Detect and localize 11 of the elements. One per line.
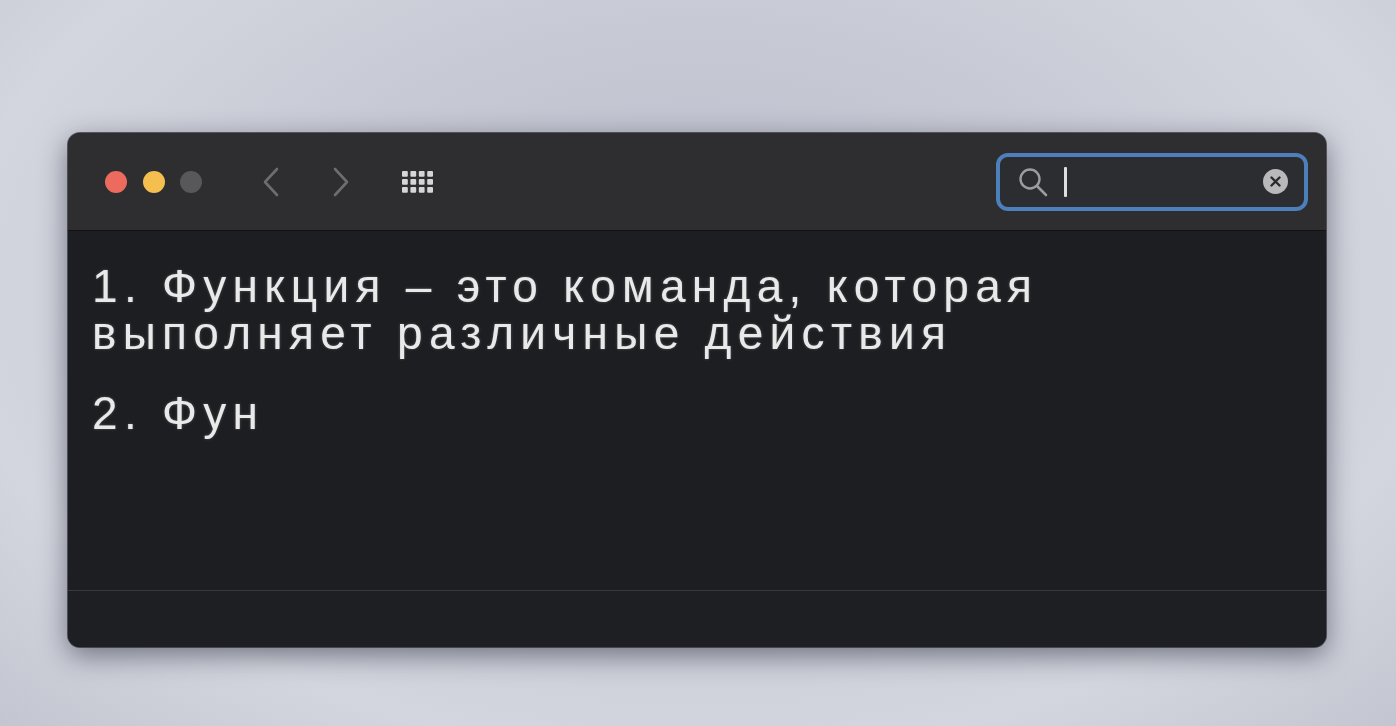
- clear-button[interactable]: [1263, 169, 1288, 194]
- text-cursor-icon: [1064, 166, 1067, 197]
- paragraph-text: 2. Фун: [92, 390, 265, 437]
- search-field[interactable]: [996, 152, 1308, 211]
- close-icon[interactable]: [105, 170, 127, 193]
- search-icon: [1018, 166, 1048, 197]
- minimize-icon[interactable]: [142, 170, 165, 193]
- back-icon[interactable]: [263, 166, 279, 197]
- paragraph-text: 1. Функция – это команда, которая выполняет различные действия: [92, 263, 1040, 357]
- forward-icon[interactable]: [333, 166, 349, 197]
- grid-view-icon[interactable]: [402, 170, 433, 193]
